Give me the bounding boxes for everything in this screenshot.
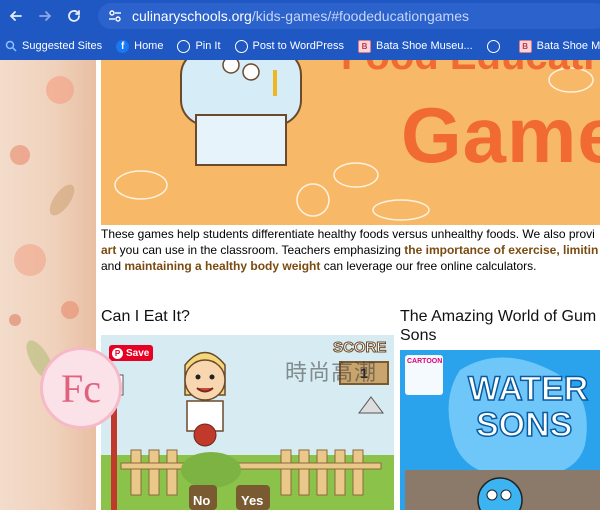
watermark-logo-text: Fc <box>61 365 101 411</box>
hero-banner: Food Educati Game <box>101 60 600 225</box>
reload-button[interactable] <box>61 3 87 29</box>
facebook-icon: f <box>116 39 130 53</box>
arrow-right-icon <box>39 11 52 21</box>
card-title-can-i-eat-it[interactable]: Can I Eat It? <box>101 307 190 326</box>
banner-title-top: Food Educati <box>341 60 594 79</box>
address-bar[interactable]: culinaryschools.org/kids-games/#foodeduc… <box>98 3 600 29</box>
intro-paragraph: These games help students differentiate … <box>101 226 600 274</box>
bata-icon: B <box>358 39 372 53</box>
yes-button-label: Yes <box>241 493 264 508</box>
intro-text: and <box>101 259 125 273</box>
card-title-line: The Amazing World of Gum <box>400 308 597 325</box>
vegetable-pattern-icon <box>9 76 87 412</box>
watermark-text: 時尚高潮 <box>285 360 378 385</box>
site-settings-icon[interactable] <box>106 7 124 25</box>
page-content: Food Educati Game These games help stude… <box>0 60 600 510</box>
browser-toolbar: culinaryschools.org/kids-games/#foodeduc… <box>0 0 600 32</box>
bookmark-bata-shoe-museum[interactable]: B Bata Shoe Museu... <box>358 39 473 53</box>
intro-text: can leverage our free online calculators… <box>320 259 537 273</box>
card-title-line: Sons <box>400 327 437 344</box>
url-path: /kids-games/#foodeducationgames <box>251 8 469 24</box>
intro-line-3: and maintaining a healthy body weight ca… <box>101 258 600 274</box>
globe-icon <box>177 39 191 53</box>
bookmarks-bar: Suggested Sites f Home Pin It Post to Wo… <box>0 32 600 60</box>
back-button[interactable] <box>3 3 29 29</box>
bookmark-label: Bata Shoe M <box>536 40 600 52</box>
limiting-link[interactable]: , limitin <box>556 243 598 257</box>
bookmark-globe[interactable] <box>486 39 505 53</box>
game-logo-line-1: WATER <box>467 370 589 408</box>
decorative-side-background <box>0 60 96 510</box>
no-button-label: No <box>193 493 211 508</box>
search-icon <box>4 40 17 53</box>
bookmark-post-to-wordpress[interactable]: Post to WordPress <box>234 39 345 53</box>
forward-button[interactable] <box>32 3 58 29</box>
bookmark-pin-it[interactable]: Pin It <box>177 39 221 53</box>
url-domain: culinaryschools.org <box>132 8 252 24</box>
bata-icon: B <box>518 39 532 53</box>
pinterest-save-button[interactable]: P Save <box>109 345 153 361</box>
importance-of-exercise-link[interactable]: the importance of exercise <box>404 243 556 257</box>
intro-text: you can use in the classroom. Teachers e… <box>116 243 405 257</box>
banner-title: Game <box>401 91 600 179</box>
bookmark-label: Post to WordPress <box>252 40 345 52</box>
bookmark-home[interactable]: f Home <box>116 39 164 53</box>
bookmark-bata-shoe-museum-2[interactable]: B Bata Shoe M <box>518 39 600 53</box>
cartoon-network-logo: CARTOON <box>407 358 443 365</box>
art-link[interactable]: art <box>101 243 116 257</box>
healthy-body-weight-link[interactable]: maintaining a healthy body weight <box>124 259 320 273</box>
game-thumbnail-gumball[interactable]: CARTOON WATER SONS <box>400 350 600 510</box>
game-logo-line-2: SONS <box>475 406 573 444</box>
score-label: SCORE <box>332 339 387 357</box>
watermark-logo: Fc <box>40 347 122 429</box>
intro-line-1: These games help students differentiate … <box>101 227 595 241</box>
bookmark-suggested-sites[interactable]: Suggested Sites <box>4 40 102 53</box>
bookmark-label: Home <box>134 40 164 52</box>
save-label: Save <box>126 347 150 359</box>
bookmark-label: Suggested Sites <box>22 40 103 52</box>
reload-icon <box>68 10 80 22</box>
bookmark-label: Pin It <box>195 40 221 52</box>
globe-icon <box>486 39 500 53</box>
globe-icon <box>234 39 248 53</box>
bookmark-label: Bata Shoe Museu... <box>376 40 473 52</box>
url-text: culinaryschools.org/kids-games/#foodeduc… <box>132 8 469 24</box>
arrow-left-icon <box>9 11 22 21</box>
card-title-gumball[interactable]: The Amazing World of Gum Sons <box>400 307 600 345</box>
pinterest-icon: P <box>112 347 123 359</box>
intro-line-2: art you can use in the classroom. Teache… <box>101 242 600 258</box>
